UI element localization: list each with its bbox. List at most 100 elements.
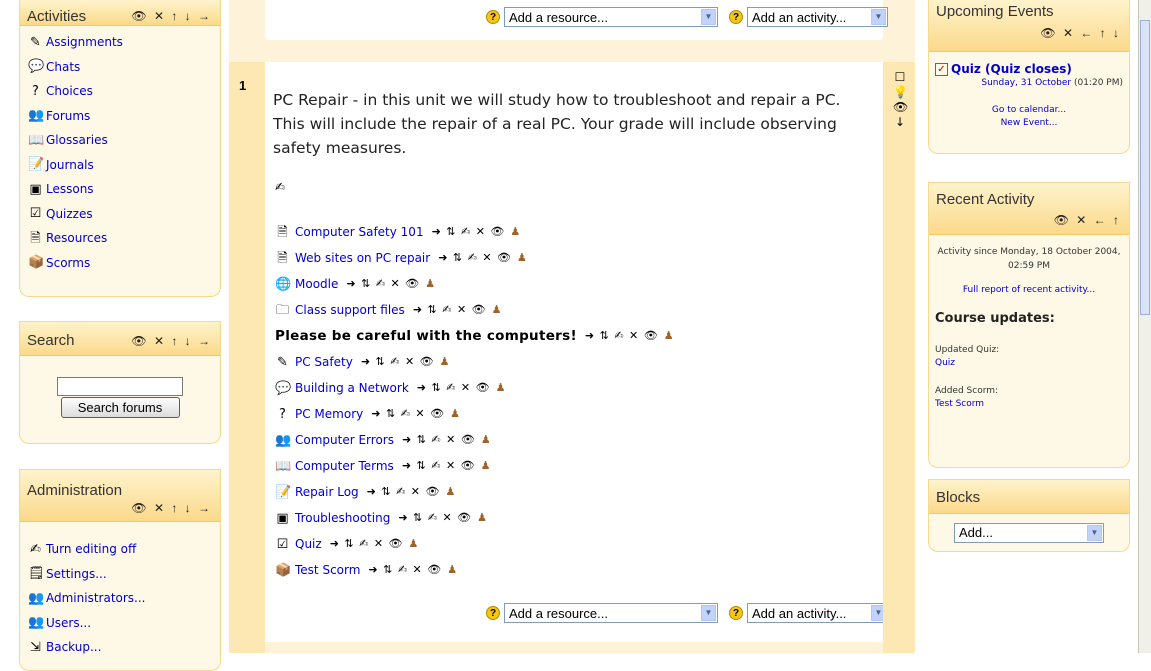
module-edit-controls[interactable]: ➜ ⇅ ✍ ✕ 👁 ♟ <box>330 531 420 557</box>
activity-item-label[interactable]: Glossaries <box>46 133 108 147</box>
group-mode-icon[interactable]: ♟ <box>510 225 521 238</box>
module-edit-controls[interactable]: ➜ ⇅ ✍ ✕ 👁 ♟ <box>346 271 436 297</box>
module-edit-controls[interactable]: ➜ ⇅ ✍ ✕ 👁 ♟ <box>432 219 522 245</box>
edit-summary-icon[interactable]: ✍ <box>275 180 285 194</box>
module-controls-icons[interactable]: ➜ ⇅ ✍ ✕ 👁 <box>398 511 472 524</box>
activity-item-label[interactable]: Quizzes <box>46 207 93 221</box>
activity-item[interactable]: ☑ Quizzes <box>28 202 220 227</box>
module-edit-controls[interactable]: ➜ ⇅ ✍ ✕ 👁 ♟ <box>402 427 492 453</box>
activity-item-label[interactable]: Lessons <box>46 182 94 196</box>
go-to-calendar-link[interactable]: Go to calendar... <box>935 104 1123 117</box>
admin-item[interactable]: 👥 Administrators... <box>28 586 220 611</box>
admin-item[interactable]: ✍ Turn editing off <box>28 537 220 562</box>
activity-item-label[interactable]: Forums <box>46 109 90 123</box>
hide-section-icon[interactable]: 👁 <box>893 100 908 115</box>
module-controls-icons[interactable]: ➜ ⇅ ✍ ✕ 👁 <box>413 303 487 316</box>
admin-item-label[interactable]: Backup... <box>46 640 101 654</box>
group-mode-icon[interactable]: ♟ <box>517 251 528 264</box>
admin-item[interactable]: 👥 Users... <box>28 611 220 636</box>
group-mode-icon[interactable]: ♟ <box>450 407 461 420</box>
activity-item-label[interactable]: Assignments <box>46 35 123 49</box>
activity-item-label[interactable]: Choices <box>46 84 93 98</box>
admin-item[interactable]: ⇲ Backup... <box>28 635 220 660</box>
course-module-link[interactable]: Troubleshooting <box>295 505 390 531</box>
group-mode-icon[interactable]: ♟ <box>440 355 451 368</box>
module-controls-icons[interactable]: ➜ ⇅ ✍ ✕ 👁 <box>371 407 445 420</box>
admin-item-label[interactable]: Turn editing off <box>46 542 136 556</box>
module-controls-icons[interactable]: ➜ ⇅ ✍ ✕ 👁 <box>585 329 659 342</box>
activity-item[interactable]: ▣ Lessons <box>28 177 220 202</box>
activity-item-label[interactable]: Resources <box>46 231 107 245</box>
group-mode-icon[interactable]: ♟ <box>664 329 675 342</box>
activity-item-label[interactable]: Journals <box>46 158 94 172</box>
module-edit-controls[interactable]: ➜ ⇅ ✍ ✕ 👁 ♟ <box>398 505 488 531</box>
event-date-link[interactable]: Sunday, 31 October <box>981 78 1071 88</box>
show-only-section-icon[interactable]: ☐ <box>893 70 907 85</box>
module-edit-controls[interactable]: ➜ ⇅ ✍ ✕ 👁 ♟ <box>402 453 492 479</box>
module-edit-controls[interactable]: ➜ ⇅ ✍ ✕ 👁 ♟ <box>361 349 451 375</box>
activity-item[interactable]: 👥 Forums <box>28 104 220 129</box>
course-module-link[interactable]: Quiz <box>295 531 322 557</box>
group-mode-icon[interactable]: ♟ <box>447 563 458 576</box>
group-mode-icon[interactable]: ♟ <box>496 381 507 394</box>
scrollbar-thumb[interactable] <box>1140 20 1150 315</box>
activity-item[interactable]: ? Choices <box>28 79 220 104</box>
recent-controls[interactable]: 👁 ✕ ← ↑ <box>936 210 1122 227</box>
module-edit-controls[interactable]: ➜ ⇅ ✍ ✕ 👁 ♟ <box>413 297 503 323</box>
course-module-link[interactable]: Moodle <box>295 271 338 297</box>
module-controls-icons[interactable]: ➜ ⇅ ✍ ✕ 👁 <box>361 355 435 368</box>
group-mode-icon[interactable]: ♟ <box>425 277 436 290</box>
activities-controls[interactable]: 👁 ✕ ↑ ↓ → <box>131 9 212 23</box>
module-controls-icons[interactable]: ➜ ⇅ ✍ ✕ 👁 <box>438 251 512 264</box>
course-module-link[interactable]: Repair Log <box>295 479 359 505</box>
course-module-link[interactable]: Computer Errors <box>295 427 394 453</box>
activity-item-label[interactable]: Scorms <box>46 256 90 270</box>
module-edit-controls[interactable]: ➜ ⇅ ✍ ✕ 👁 ♟ <box>367 479 457 505</box>
course-module-link[interactable]: Class support files <box>295 297 405 323</box>
search-forums-button[interactable]: Search forums <box>60 397 180 418</box>
group-mode-icon[interactable]: ♟ <box>481 433 492 446</box>
help-icon[interactable]: ? <box>729 10 743 24</box>
course-module-link[interactable]: PC Safety <box>295 349 353 375</box>
activity-item[interactable]: 📖 Glossaries <box>28 128 220 153</box>
help-icon[interactable]: ? <box>729 606 743 620</box>
course-module-link[interactable]: Building a Network <box>295 375 409 401</box>
activity-item[interactable]: 💬 Chats <box>28 55 220 80</box>
full-report-link[interactable]: Full report of recent activity... <box>935 285 1123 295</box>
group-mode-icon[interactable]: ♟ <box>492 303 503 316</box>
new-event-link[interactable]: New Event... <box>935 117 1123 130</box>
add-resource-select-bottom[interactable]: Add a resource... ▼ <box>504 603 718 623</box>
module-controls-icons[interactable]: ➜ ⇅ ✍ ✕ 👁 <box>330 537 404 550</box>
module-controls-icons[interactable]: ➜ ⇅ ✍ ✕ 👁 <box>367 485 441 498</box>
course-module-link[interactable]: Computer Safety 101 <box>295 219 424 245</box>
module-edit-controls[interactable]: ➜ ⇅ ✍ ✕ 👁 ♟ <box>371 401 461 427</box>
updated-quiz-link[interactable]: Quiz <box>935 358 1123 368</box>
activity-item[interactable]: 🗎 Resources <box>28 226 220 251</box>
course-module-link[interactable]: Web sites on PC repair <box>295 245 430 271</box>
module-controls-icons[interactable]: ➜ ⇅ ✍ ✕ 👁 <box>368 563 442 576</box>
module-edit-controls[interactable]: ➜ ⇅ ✍ ✕ 👁 ♟ <box>585 323 675 349</box>
module-controls-icons[interactable]: ➜ ⇅ ✍ ✕ 👁 <box>402 433 476 446</box>
move-down-icon[interactable]: ↓ <box>893 115 907 130</box>
added-scorm-link[interactable]: Test Scorm <box>935 399 1123 409</box>
activity-item[interactable]: 📦 Scorms <box>28 251 220 276</box>
activity-item-label[interactable]: Chats <box>46 60 80 74</box>
module-edit-controls[interactable]: ➜ ⇅ ✍ ✕ 👁 ♟ <box>368 557 458 583</box>
group-mode-icon[interactable]: ♟ <box>409 537 420 550</box>
module-controls-icons[interactable]: ➜ ⇅ ✍ ✕ 👁 <box>346 277 420 290</box>
group-mode-icon[interactable]: ♟ <box>446 485 457 498</box>
module-controls-icons[interactable]: ➜ ⇅ ✍ ✕ 👁 <box>417 381 491 394</box>
admin-item-label[interactable]: Users... <box>46 616 91 630</box>
help-icon[interactable]: ? <box>486 606 500 620</box>
module-edit-controls[interactable]: ➜ ⇅ ✍ ✕ 👁 ♟ <box>417 375 507 401</box>
module-edit-controls[interactable]: ➜ ⇅ ✍ ✕ 👁 ♟ <box>438 245 528 271</box>
course-module-link[interactable]: Computer Terms <box>295 453 394 479</box>
module-controls-icons[interactable]: ➜ ⇅ ✍ ✕ 👁 <box>402 459 476 472</box>
add-activity-select-top[interactable]: Add an activity... ▼ <box>747 7 888 27</box>
group-mode-icon[interactable]: ♟ <box>477 511 488 524</box>
upcoming-controls[interactable]: 👁 ✕ ← ↑ ↓ <box>936 22 1122 40</box>
search-input[interactable] <box>57 377 183 396</box>
course-module-link[interactable]: Test Scorm <box>295 557 360 583</box>
activity-item[interactable]: ✎ Assignments <box>28 30 220 55</box>
window-scrollbar[interactable] <box>1138 0 1151 653</box>
